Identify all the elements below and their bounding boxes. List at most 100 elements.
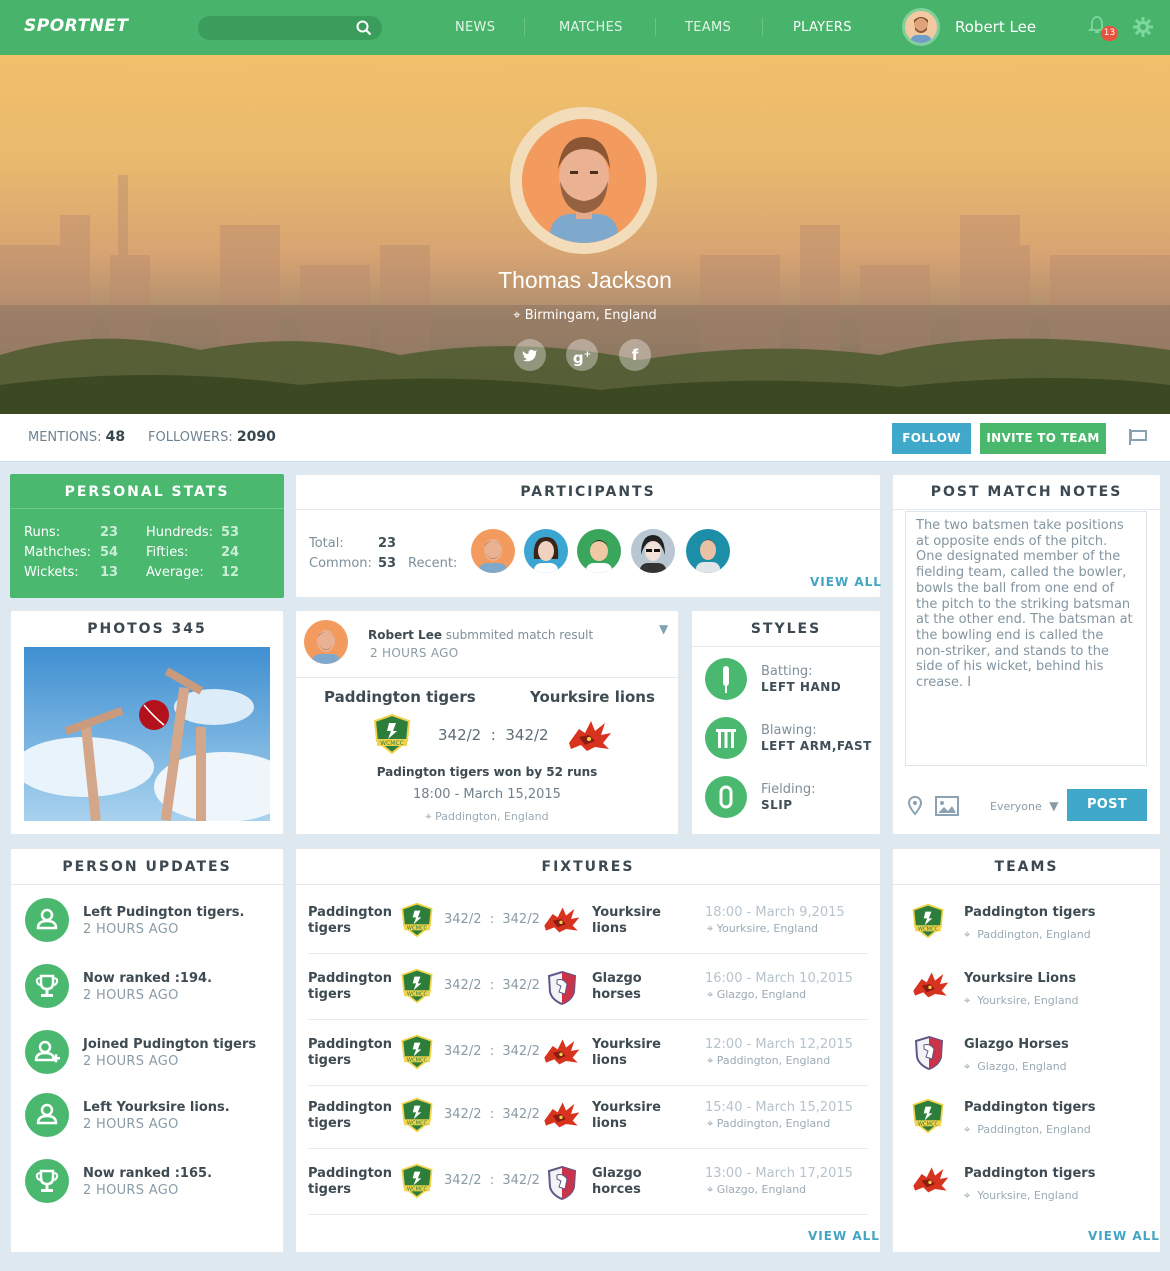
total-label: Total: [309, 536, 344, 551]
update-text: Joined Pudington tigers [83, 1037, 257, 1052]
participant-avatar[interactable] [471, 529, 515, 573]
fixture-time: 15:40 - March 15,2015 [705, 1100, 853, 1115]
fixture-home-team[interactable]: Paddington tigers [308, 1166, 392, 1198]
fixture-away-team[interactable]: Yourksire lions [592, 1100, 661, 1132]
match-date: 18:00 - March 15,2015 [413, 787, 561, 802]
team-a-name[interactable]: Paddington tigers [324, 688, 476, 706]
fixture-location: ⌖ Paddington, England [707, 1054, 830, 1068]
match-result-text: Padington tigers won by 52 runs [376, 765, 598, 779]
team-name[interactable]: Paddington tigers [964, 905, 1095, 920]
user-name[interactable]: Robert Lee [955, 18, 1036, 36]
score-b: 342/2 [505, 726, 549, 744]
fixture-away-team[interactable]: Glazgo horses [592, 971, 642, 1003]
nav-divider [524, 18, 525, 36]
divider [296, 509, 880, 510]
teams-view-all-link[interactable]: VIEW ALL [1088, 1229, 1160, 1243]
style-value: LEFT ARM,FAST [761, 739, 872, 753]
gear-icon[interactable] [1132, 16, 1154, 42]
score-a: 342/2 [444, 1044, 482, 1059]
fixture-home-team[interactable]: Paddington tigers [308, 1100, 392, 1132]
flag-icon[interactable] [1128, 428, 1148, 450]
audience-select[interactable]: Everyone ▼ [990, 799, 1058, 813]
facebook-icon[interactable]: f [619, 339, 651, 371]
fixture-away-team-line: lions [592, 921, 627, 936]
wcmcc-logo: WCMCC [399, 968, 435, 1008]
update-time: 2 HOURS AGO [83, 988, 179, 1003]
stat-value: 12 [221, 565, 240, 580]
svg-text:WCMCC: WCMCC [407, 1186, 428, 1192]
fixture-home-team[interactable]: Paddington tigers [308, 905, 392, 937]
fixture-time: 16:00 - March 10,2015 [705, 971, 853, 986]
image-icon[interactable] [935, 796, 959, 820]
fixture-away-team-line: horses [592, 987, 641, 1002]
profile-avatar[interactable] [522, 119, 646, 243]
fixture-away-team-line: Glazgo [592, 971, 642, 986]
follow-button[interactable]: FOLLOW [892, 423, 971, 454]
chevron-down-icon[interactable]: ▼ [659, 622, 668, 636]
user-icon [25, 898, 69, 942]
ball-icon [705, 776, 747, 818]
fixture-home-team[interactable]: Paddington tigers [308, 1037, 392, 1069]
cricket-photo[interactable] [24, 647, 270, 821]
notes-textarea[interactable]: The two batsmen take positions at opposi… [905, 511, 1147, 766]
score-separator: : [481, 912, 503, 927]
nav-matches[interactable]: MATCHES [559, 20, 623, 35]
photos-title[interactable]: PHOTOS 345 [10, 621, 284, 637]
score-b: 342/2 [502, 978, 540, 993]
fixture-away-team[interactable]: Yourksire lions [592, 1037, 661, 1069]
score-separator: : [481, 978, 503, 993]
team-name[interactable]: Yourksire Lions [964, 971, 1076, 986]
author-avatar[interactable] [304, 620, 348, 664]
svg-text:WCMCC: WCMCC [918, 1121, 939, 1127]
participant-avatar[interactable] [631, 529, 675, 573]
team-b-name[interactable]: Yourksire lions [530, 688, 655, 706]
participant-avatar[interactable] [577, 529, 621, 573]
google-plus-icon[interactable]: g+ [566, 339, 598, 371]
stat-value: 24 [221, 545, 240, 560]
twitter-icon[interactable] [514, 339, 546, 371]
location-pin-icon[interactable] [906, 795, 924, 820]
fixture-away-team[interactable]: Yourksire lions [592, 905, 661, 937]
search-input[interactable] [198, 16, 382, 40]
post-button[interactable]: POST [1067, 789, 1147, 821]
fixture-score: 342/2 : 342/2 [444, 1044, 540, 1059]
divider [11, 884, 283, 885]
team-name[interactable]: Glazgo Horses [964, 1037, 1069, 1052]
fixture-away-team-line: Yourksire [592, 1037, 661, 1052]
svg-text:WCMCC: WCMCC [380, 740, 404, 747]
fixture-score: 342/2 : 342/2 [444, 912, 540, 927]
invite-to-team-button[interactable]: INVITE TO TEAM [980, 423, 1106, 454]
participants-view-all-link[interactable]: VIEW ALL [810, 575, 882, 589]
participant-avatar[interactable] [524, 529, 568, 573]
post-author[interactable]: Robert Lee [368, 628, 442, 642]
score-separator: : [481, 1107, 503, 1122]
person-updates-title: PERSON UPDATES [62, 859, 232, 875]
fixture-away-team[interactable]: Glazgo horces [592, 1166, 642, 1198]
bat-icon [705, 658, 747, 700]
team-name[interactable]: Paddington tigers [964, 1100, 1095, 1115]
app-logo[interactable]: SPORTNET [24, 16, 129, 36]
fixture-home-team[interactable]: Paddington tigers [308, 971, 392, 1003]
fixture-location-text: Paddington, England [716, 1054, 831, 1067]
nav-players[interactable]: PLAYERS [793, 20, 852, 35]
team-name[interactable]: Paddington tigers [964, 1166, 1095, 1181]
nav-news[interactable]: NEWS [455, 20, 495, 35]
fixture-score: 342/2 : 342/2 [444, 1173, 540, 1188]
fixture-away-team-line: Yourksire [592, 1100, 661, 1115]
nav-teams[interactable]: TEAMS [685, 20, 731, 35]
lion-logo [541, 904, 581, 938]
svg-text:WCMCC: WCMCC [918, 926, 939, 932]
fixture-time: 13:00 - March 17,2015 [705, 1166, 853, 1181]
fixture-location-text: Paddington, England [716, 1117, 831, 1130]
team-location-text: Yourksire, England [977, 1189, 1079, 1202]
participant-avatar[interactable] [686, 529, 730, 573]
stat-label: Wickets: [24, 565, 79, 580]
user-avatar[interactable] [902, 8, 940, 46]
score-b: 342/2 [502, 1044, 540, 1059]
search-icon[interactable] [356, 20, 372, 36]
fixtures-view-all-link[interactable]: VIEW ALL [808, 1229, 880, 1243]
followers-count: 2090 [236, 429, 276, 445]
map-pin-icon: ⌖ [513, 308, 521, 323]
total-value: 23 [378, 536, 397, 551]
divider [10, 508, 284, 509]
